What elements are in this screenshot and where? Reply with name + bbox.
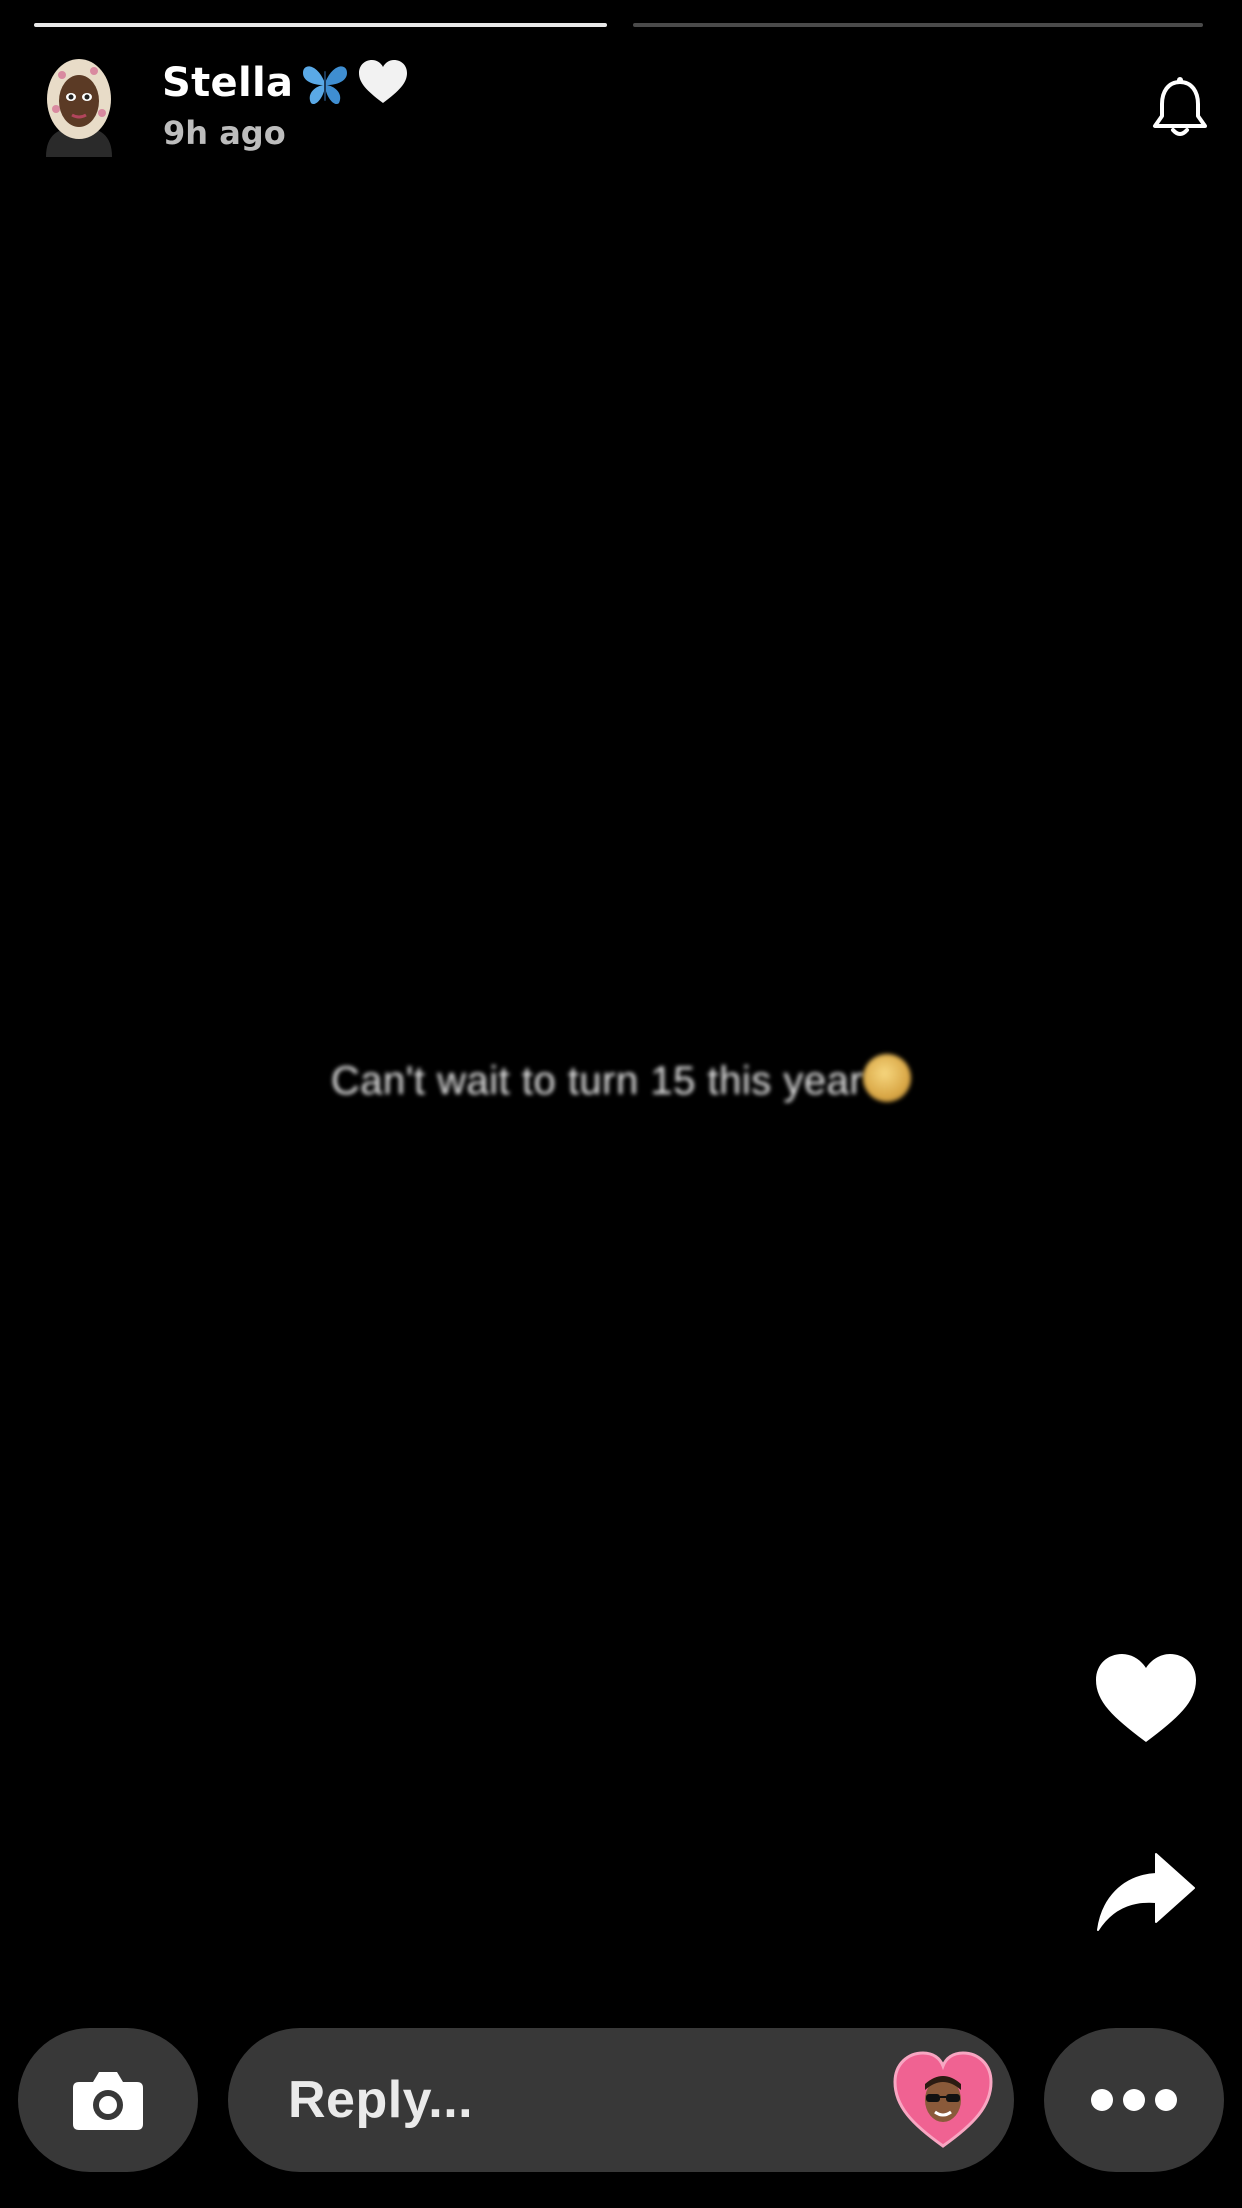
butterfly-emoji-icon [299,57,351,109]
heart-icon[interactable] [1094,1652,1198,1746]
story-user-header[interactable]: Stella [162,56,409,110]
story-caption-text: Can't wait to turn 15 this year [330,1059,864,1103]
more-dots-icon [1091,2089,1177,2111]
posted-time: 9h ago [163,114,286,152]
share-arrow-icon[interactable] [1096,1852,1196,1932]
bell-icon[interactable] [1150,76,1210,140]
reply-placeholder: Reply... [288,2071,474,2129]
bitmoji-avatar-icon[interactable] [42,53,116,157]
story-progress-pending [633,23,1203,27]
smiling-face-emoji-icon [863,1054,912,1102]
story-caption: Can't wait to turn 15 this year [0,1054,1242,1104]
white-heart-emoji-icon [357,57,409,109]
more-options-button[interactable] [1044,2028,1224,2172]
bitmoji-heart-icon[interactable] [892,2050,994,2150]
user-name[interactable]: Stella [162,60,293,106]
reply-input[interactable]: Reply... [228,2028,1014,2172]
story-progress-active [34,23,607,27]
camera-button[interactable] [18,2028,198,2172]
camera-icon [71,2068,145,2132]
